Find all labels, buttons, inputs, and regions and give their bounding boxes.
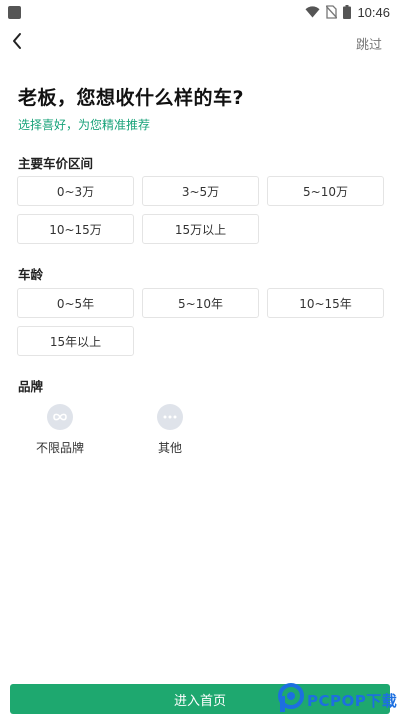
skip-button[interactable]: 跳过 xyxy=(356,34,382,53)
brand-section-label: 品牌 xyxy=(18,379,44,394)
status-bar: 10:46 xyxy=(0,0,400,24)
no-sim-icon xyxy=(326,5,338,19)
screen: 10:46 跳过 老板，您想收什么样的车? 选择喜好，为您精准推荐 主要车价区间… xyxy=(0,0,400,720)
enter-home-button[interactable]: 进入首页 xyxy=(10,684,390,714)
page-title: 老板，您想收什么样的车? xyxy=(18,87,245,109)
price-section-label: 主要车价区间 xyxy=(18,156,94,171)
price-option[interactable]: 3~5万 xyxy=(142,176,259,206)
price-options: 0~3万 3~5万 5~10万 10~15万 15万以上 xyxy=(17,176,384,244)
price-option[interactable]: 5~10万 xyxy=(267,176,384,206)
age-option[interactable]: 15年以上 xyxy=(17,326,134,356)
age-options: 0~5年 5~10年 10~15年 15年以上 xyxy=(17,288,384,356)
back-button[interactable] xyxy=(6,30,28,56)
nav-bar: 跳过 xyxy=(0,28,400,58)
chevron-left-icon xyxy=(11,32,23,54)
price-option[interactable]: 0~3万 xyxy=(17,176,134,206)
notification-icon xyxy=(8,5,21,19)
status-time: 10:46 xyxy=(357,4,390,20)
brand-option-any[interactable]: 不限品牌 xyxy=(18,404,102,456)
price-option[interactable]: 15万以上 xyxy=(142,214,259,244)
age-section-label: 车龄 xyxy=(18,267,44,282)
brand-options: 不限品牌 其他 xyxy=(18,404,212,456)
age-option[interactable]: 10~15年 xyxy=(267,288,384,318)
infinity-icon xyxy=(47,404,73,430)
price-option[interactable]: 10~15万 xyxy=(17,214,134,244)
brand-label: 其他 xyxy=(157,441,182,455)
more-dots-icon xyxy=(157,404,183,430)
battery-icon xyxy=(343,5,352,19)
age-option[interactable]: 5~10年 xyxy=(142,288,259,318)
age-option[interactable]: 0~5年 xyxy=(17,288,134,318)
wifi-icon xyxy=(305,6,320,18)
brand-option-other[interactable]: 其他 xyxy=(128,404,212,456)
brand-label: 不限品牌 xyxy=(35,441,84,455)
page-subtitle: 选择喜好，为您精准推荐 xyxy=(18,118,151,132)
status-icons: 10:46 xyxy=(305,5,390,20)
